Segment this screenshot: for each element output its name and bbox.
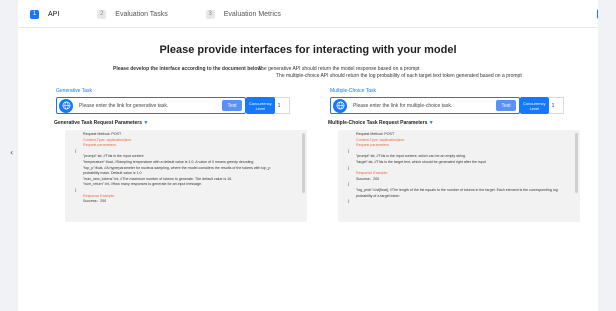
- generative-link-input[interactable]: [79, 102, 219, 109]
- multiple-choice-link-input[interactable]: [353, 102, 493, 109]
- left-sidebar-strip: [0, 0, 18, 311]
- multiple-choice-task-title: Multiple-Choice Task: [330, 88, 377, 94]
- page-title: Please provide interfaces for interactin…: [159, 44, 457, 56]
- generative-task-title: Generative Task: [56, 88, 93, 94]
- step-tabs: 1 API 2 Evaluation Tasks 3 Evaluation Me…: [30, 7, 319, 21]
- code-scrollbar[interactable]: [575, 133, 578, 193]
- subheading-lead: Please develop the interface according t…: [113, 66, 264, 72]
- params-title-text: Multiple-Choice Task Request Parameters: [328, 120, 428, 126]
- multiple-choice-params-toggle[interactable]: Multiple-Choice Task Request Parameters …: [328, 120, 564, 127]
- code-scrollbar[interactable]: [302, 133, 305, 193]
- code-line: }: [348, 199, 350, 204]
- caret-down-icon: ▼: [143, 120, 149, 126]
- tabs-divider: [18, 27, 598, 28]
- tab-label: Evaluation Tasks: [115, 10, 168, 18]
- right-scroll-strip: [598, 0, 616, 311]
- globe-icon: [333, 98, 347, 113]
- tab-label: API: [48, 10, 60, 18]
- globe-icon: [59, 98, 73, 113]
- code-line: Success：200: [83, 199, 107, 204]
- generative-test-button[interactable]: Test: [222, 100, 243, 111]
- tab-evaluation-tasks[interactable]: 2 Evaluation Tasks: [97, 9, 168, 19]
- multiple-choice-link-box: Test: [330, 97, 521, 114]
- tab-label: Evaluation Metrics: [223, 10, 281, 18]
- tab-api[interactable]: 1 API: [30, 9, 60, 19]
- multiple-choice-code-block: Request Method: POST Content-Type: appli…: [338, 130, 580, 222]
- params-title-text: Generative Task Request Parameters: [54, 120, 143, 126]
- generative-concurrency-input[interactable]: 1: [274, 97, 290, 114]
- code-line: "log_prob":List[float], //The length of …: [356, 187, 558, 198]
- subheading-lines: The generative API should return the mod…: [258, 66, 522, 79]
- tab-number: 1: [30, 9, 39, 19]
- subheading-line-2: The multiple-choice API should return th…: [276, 72, 522, 79]
- generative-task-panel: Generative Task Test Concurrency Level 1…: [54, 88, 290, 127]
- code-line: "top_p":float, //A hyperparameter for nu…: [83, 165, 271, 176]
- caret-down-icon: ▼: [428, 120, 434, 126]
- main-panel: 1 API 2 Evaluation Tasks 3 Evaluation Me…: [18, 0, 607, 311]
- generative-concurrency-label: Concurrency Level: [246, 97, 275, 114]
- multiple-choice-test-button[interactable]: Test: [496, 100, 517, 111]
- collapse-sidebar-icon[interactable]: ‹: [10, 148, 13, 157]
- tab-number: 3: [205, 9, 215, 19]
- multiple-choice-concurrency-input[interactable]: 1: [548, 97, 564, 114]
- tab-evaluation-metrics[interactable]: 3 Evaluation Metrics: [205, 9, 281, 19]
- tab-number: 2: [97, 9, 107, 19]
- generative-params-toggle[interactable]: Generative Task Request Parameters ▼: [54, 120, 290, 127]
- generative-code-block: Request Method: POST Content-Type: appli…: [65, 130, 307, 222]
- multiple-choice-concurrency-label: Concurrency Level: [520, 97, 549, 114]
- generative-link-box: Test: [56, 97, 247, 114]
- multiple-choice-task-panel: Multiple-Choice Task Test Concurrency Le…: [328, 88, 564, 127]
